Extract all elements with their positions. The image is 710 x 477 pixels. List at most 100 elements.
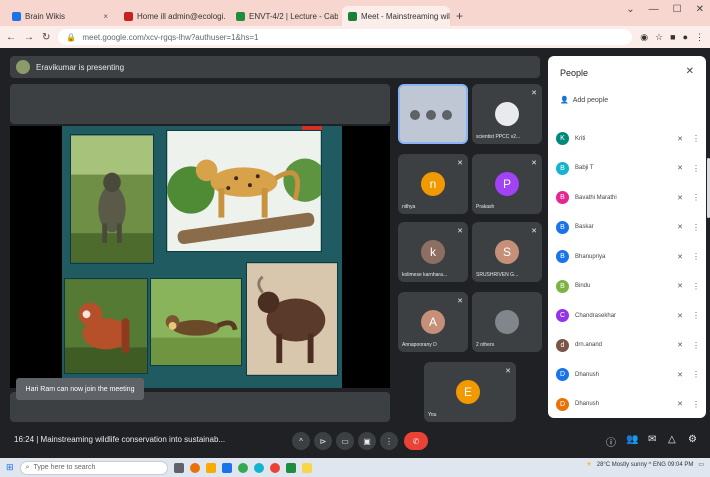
participant-row[interactable]: D Dhanush ✕ ⋮	[556, 390, 700, 420]
browser-tab[interactable]: Brain Wikis ×	[6, 6, 114, 26]
camera-toggle-button[interactable]: ⊳	[314, 432, 332, 450]
more-options-icon[interactable]: ⋮	[692, 341, 700, 350]
participant-row[interactable]: B Babji T ✕ ⋮	[556, 154, 700, 184]
profile-icon[interactable]: ●	[683, 32, 688, 43]
more-options-icon[interactable]: ⋮	[692, 311, 700, 320]
notes-icon[interactable]	[301, 462, 312, 473]
chat-icon[interactable]: ✉	[648, 434, 656, 445]
word-icon[interactable]	[221, 462, 232, 473]
add-people-button[interactable]: 👤 Add people	[560, 96, 608, 105]
file-explorer-icon[interactable]	[205, 462, 216, 473]
self-tile[interactable]: E ✕ You	[424, 362, 516, 422]
meeting-details-icon[interactable]: ⓘ	[606, 434, 616, 449]
participant-tile[interactable]: k ✕ kolimese karnhara...	[398, 222, 468, 282]
close-panel-button[interactable]: ✕	[686, 66, 694, 77]
maximize-button[interactable]: ☐	[673, 4, 682, 15]
participant-row[interactable]: B Bindu ✕ ⋮	[556, 272, 700, 302]
mic-off-icon: ✕	[677, 342, 683, 350]
captions-button[interactable]: ▭	[336, 432, 354, 450]
activities-icon[interactable]: △	[668, 434, 676, 445]
participant-tile[interactable]: P ✕ Prakash	[472, 154, 542, 214]
new-tab-button[interactable]: +	[456, 6, 463, 26]
participant-avatar: C	[556, 309, 569, 323]
tab-close-icon[interactable]: ×	[103, 12, 108, 21]
participant-avatar: d	[556, 338, 569, 352]
more-options-icon[interactable]: ⋮	[692, 400, 700, 409]
participant-row[interactable]: D Dhanush ✕ ⋮	[556, 360, 700, 390]
more-options-icon[interactable]: ⋮	[692, 193, 700, 202]
tile-strip-top	[10, 84, 390, 124]
weather-icon[interactable]: ☀	[586, 461, 591, 468]
present-button[interactable]: ▣	[358, 432, 376, 450]
more-options-icon[interactable]: ⋮	[692, 252, 700, 261]
participant-name: SRUSHRIVEN G...	[476, 272, 519, 278]
chrome-icon[interactable]	[237, 462, 248, 473]
extension-icon[interactable]: ■	[670, 32, 675, 43]
participant-avatar: B	[556, 161, 569, 175]
firefox-icon[interactable]	[189, 462, 200, 473]
forward-icon[interactable]: →	[24, 32, 34, 43]
participant-row[interactable]: K Kriti ✕ ⋮	[556, 124, 700, 154]
participant-tile[interactable]: n ✕ nithya	[398, 154, 468, 214]
browser-tab[interactable]: Home ill admin@ecologi... ×	[118, 6, 226, 26]
participant-tile[interactable]: S ✕ SRUSHRIVEN G...	[472, 222, 542, 282]
primate-photo	[70, 134, 154, 264]
others-count: 2 others	[476, 342, 495, 348]
mic-off-icon: ✕	[457, 160, 463, 167]
participant-name: Annapoorany D	[402, 342, 437, 348]
address-bar[interactable]: 🔒 meet.google.com/xcv-rgqs-lhw?authuser=…	[58, 29, 633, 45]
notification-icon[interactable]: ▭	[698, 461, 704, 468]
mic-off-icon: ✕	[677, 401, 683, 409]
bookmark-star-icon[interactable]: ☆	[655, 32, 663, 43]
participant-row[interactable]: C Chandrasekhar ✕ ⋮	[556, 301, 700, 331]
leave-call-button[interactable]: ✆	[404, 432, 428, 450]
mic-off-icon: ✕	[677, 224, 683, 232]
back-icon[interactable]: ←	[6, 32, 16, 43]
menu-icon[interactable]: ⋮	[695, 32, 704, 43]
mic-off-icon: ✕	[677, 165, 683, 173]
more-icon[interactable]	[442, 110, 452, 120]
edge-icon[interactable]	[253, 462, 264, 473]
more-options-icon[interactable]: ⋮	[692, 223, 700, 232]
minimize-button[interactable]: —	[649, 4, 659, 15]
people-panel: People ✕ 👤 Add people K Kriti ✕ ⋮ B Babj…	[548, 56, 706, 418]
participant-name: Bindu	[575, 283, 591, 290]
participant-avatar	[495, 102, 519, 126]
participant-name: nithya	[402, 204, 416, 210]
more-options-icon[interactable]: ⋮	[692, 134, 700, 143]
close-window-button[interactable]: ✕	[696, 4, 704, 15]
meet-window: Eravikumar is presenting Hari Ram can no…	[0, 48, 710, 458]
chrome-icon[interactable]	[269, 462, 280, 473]
mic-off-icon: ✕	[677, 253, 683, 261]
host-controls-icon[interactable]: ⚙	[688, 434, 697, 445]
more-options-icon[interactable]: ⋮	[692, 164, 700, 173]
pin-icon[interactable]	[410, 110, 420, 120]
task-view-icon[interactable]	[173, 462, 184, 473]
tab-search-button[interactable]: ⌄	[626, 4, 634, 15]
more-controls-chevron-icon[interactable]: ^	[292, 432, 310, 450]
mute-icon[interactable]	[426, 110, 436, 120]
self-video-tile[interactable]	[398, 84, 468, 144]
participant-row[interactable]: B Bhanupriya ✕ ⋮	[556, 242, 700, 272]
participant-row[interactable]: B Baskar ✕ ⋮	[556, 213, 700, 243]
browser-tab-active[interactable]: Meet - Mainstreaming wildli... ×	[342, 6, 450, 26]
others-tile[interactable]: 2 others	[472, 292, 542, 352]
participant-row[interactable]: d drn.anand ✕ ⋮	[556, 331, 700, 361]
participant-tile[interactable]: A ✕ Annapoorany D	[398, 292, 468, 352]
add-person-icon: 👤	[560, 97, 569, 104]
camera-icon[interactable]: ◉	[640, 32, 648, 43]
participant-row[interactable]: B Bavathi Marathi ✕ ⋮	[556, 183, 700, 213]
windows-start-icon[interactable]: ⊞	[6, 462, 14, 473]
participant-avatar: B	[556, 279, 569, 293]
people-icon[interactable]: 👥	[626, 434, 638, 445]
tab-favicon-icon	[124, 11, 133, 21]
participant-tile[interactable]: ✕ scientist PPCC v2...	[472, 84, 542, 144]
others-avatars	[495, 310, 519, 334]
more-options-icon[interactable]: ⋮	[692, 282, 700, 291]
taskbar-search-box[interactable]: ⌕ Type here to search	[19, 460, 168, 475]
reload-icon[interactable]: ↻	[42, 32, 50, 43]
more-options-button[interactable]: ⋮	[380, 432, 398, 450]
store-icon[interactable]	[285, 462, 296, 473]
browser-tab[interactable]: ENVT-4/2 | Lecture - Cabin ×	[230, 6, 338, 26]
more-options-icon[interactable]: ⋮	[692, 370, 700, 379]
